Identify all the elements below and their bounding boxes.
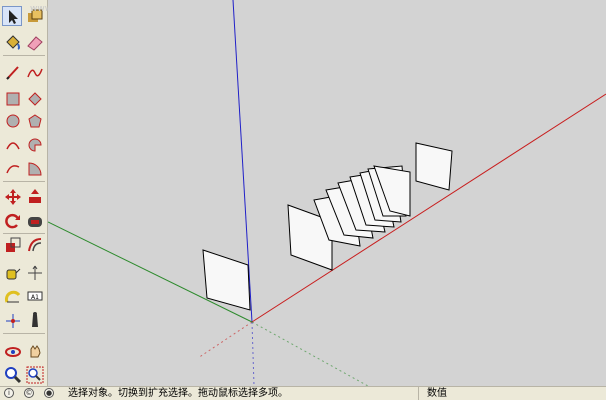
pan-hand-icon — [30, 345, 41, 358]
protractor-tool[interactable] — [2, 286, 22, 306]
credits-icon[interactable]: © — [24, 388, 34, 398]
blue-axis-hidden — [251, 321, 255, 386]
scale-tool[interactable] — [2, 234, 22, 254]
paint-bucket-tool[interactable] — [2, 32, 22, 52]
move-tool[interactable] — [2, 186, 22, 206]
three-point-arc-icon — [6, 165, 20, 174]
user-icon[interactable]: ● — [44, 388, 54, 398]
tape-measure-tool[interactable] — [2, 262, 22, 282]
red-axis — [251, 93, 606, 323]
measurements-box[interactable]: 数值 — [418, 387, 606, 400]
polygon-icon — [28, 114, 42, 128]
zoom-window-tool[interactable] — [24, 364, 44, 384]
push-pull-icon — [29, 189, 41, 203]
rotated-rectangle-tool[interactable] — [24, 88, 44, 108]
zoom-tool[interactable] — [2, 364, 22, 384]
status-message: 选择对象。切换到扩充选择。拖动鼠标选择多项。 — [68, 388, 288, 399]
freehand-icon — [27, 68, 43, 78]
red-axis-hidden — [197, 321, 253, 359]
rotate-tool[interactable] — [2, 210, 22, 230]
zoom-icon — [5, 367, 22, 384]
section-plane-tool[interactable] — [2, 310, 22, 330]
measurements-label: 数值 — [427, 388, 447, 399]
geo-location-icon[interactable]: i — [4, 388, 14, 398]
axes-tool[interactable] — [24, 262, 44, 282]
select-tool[interactable] — [2, 6, 22, 26]
panel-face[interactable] — [415, 142, 453, 191]
rotated-rectangle-icon — [28, 92, 42, 106]
orbit-icon — [5, 347, 21, 357]
orbit-tool[interactable] — [2, 340, 22, 360]
toolbar-separator — [3, 333, 45, 334]
2pt-arc-tool[interactable] — [24, 158, 44, 178]
protractor-icon — [4, 290, 21, 303]
push-pull-tool[interactable] — [24, 186, 44, 206]
circle-icon — [6, 114, 20, 128]
rotate-icon — [5, 213, 20, 229]
offset-tool[interactable] — [24, 234, 44, 254]
scene-canvas[interactable] — [48, 0, 606, 386]
green-axis-hidden — [251, 321, 369, 386]
status-bar: i © ● 选择对象。切换到扩充选择。拖动鼠标选择多项。 数值 — [0, 386, 606, 400]
polygon-tool[interactable] — [24, 110, 44, 130]
section-plane-icon — [6, 314, 20, 328]
toolbar-separator — [3, 181, 45, 182]
toolbar-separator — [3, 55, 45, 56]
toolbar-separator — [3, 233, 45, 234]
scale-icon — [6, 237, 21, 252]
pie-tool[interactable] — [24, 134, 44, 154]
freehand-tool[interactable] — [24, 62, 44, 82]
pencil-icon — [6, 66, 19, 80]
circle-tool[interactable] — [2, 110, 22, 130]
svg-text:A1: A1 — [31, 294, 39, 301]
eraser-tool[interactable] — [24, 32, 44, 52]
axes-icon — [28, 265, 42, 280]
pan-tool[interactable] — [24, 340, 44, 360]
arc-tool[interactable] — [2, 134, 22, 154]
3pt-arc-tool[interactable] — [2, 158, 22, 178]
tool-palette: A1 — [0, 0, 48, 386]
arc-icon — [6, 142, 20, 150]
walk-tool[interactable] — [24, 310, 44, 330]
line-tool[interactable] — [2, 62, 22, 82]
follow-me-tool[interactable] — [24, 210, 44, 230]
text-tool[interactable]: A1 — [24, 286, 44, 306]
walk-icon — [32, 312, 38, 327]
3d-viewport[interactable] — [48, 0, 606, 386]
pie-icon — [28, 138, 42, 152]
eraser-icon — [27, 36, 43, 51]
rectangle-tool[interactable] — [2, 88, 22, 108]
rectangle-icon — [6, 92, 20, 106]
text-icon: A1 — [27, 291, 43, 301]
arrow-cursor-icon — [9, 10, 18, 24]
paint-bucket-icon — [6, 35, 20, 50]
follow-me-icon — [28, 217, 42, 227]
tape-measure-icon — [6, 268, 21, 280]
offset-icon — [28, 238, 42, 252]
two-point-arc-icon — [28, 162, 42, 176]
move-arrows-icon — [5, 189, 21, 205]
zoom-window-icon — [26, 366, 44, 384]
